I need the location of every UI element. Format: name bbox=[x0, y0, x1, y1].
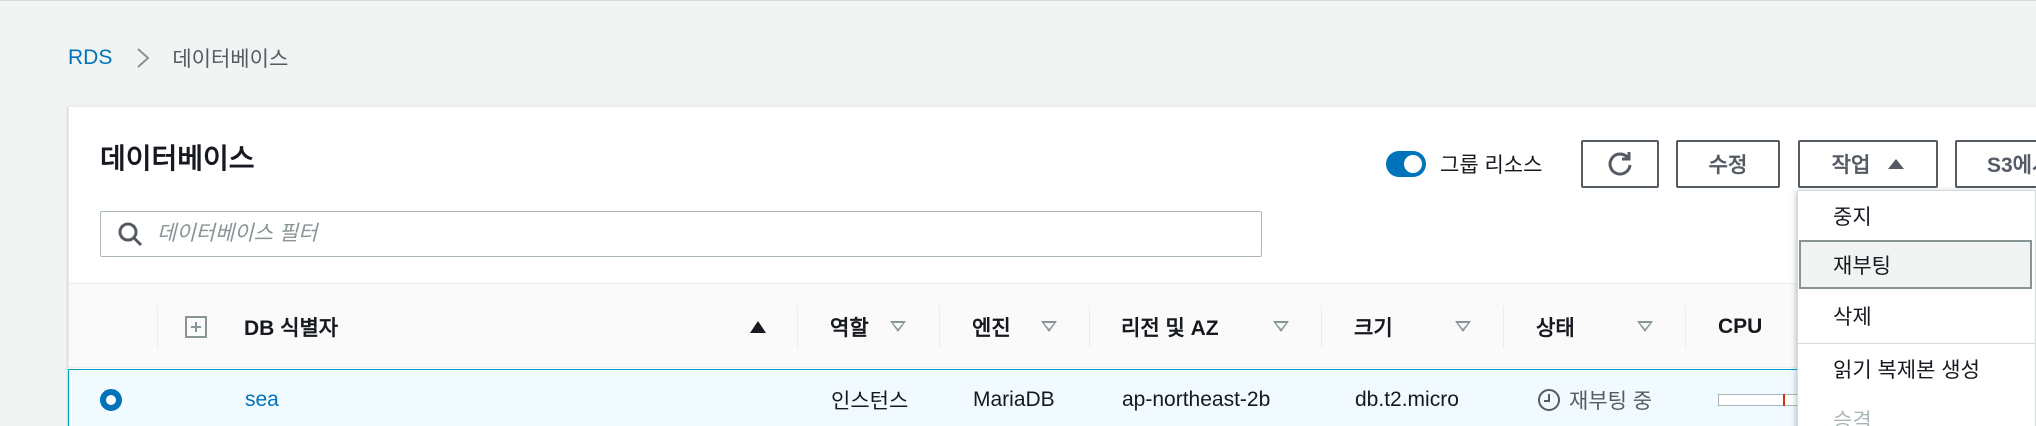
breadcrumb-current: 데이터베이스 bbox=[172, 48, 289, 71]
column-divider bbox=[1503, 306, 1504, 348]
toggle-knob bbox=[1404, 155, 1422, 173]
column-divider bbox=[1321, 306, 1322, 348]
expand-icon[interactable] bbox=[185, 315, 207, 338]
col-engine[interactable]: 엔진 bbox=[972, 284, 1011, 369]
refresh-icon bbox=[1608, 152, 1632, 176]
caret-up-icon bbox=[1888, 159, 1905, 169]
cell-region: ap-northeast-2b bbox=[1122, 388, 1271, 411]
menu-item-delete[interactable]: 삭제 bbox=[1798, 291, 2033, 340]
breadcrumb-rds-link[interactable]: RDS bbox=[68, 46, 112, 70]
sort-desc-icon[interactable] bbox=[1041, 284, 1057, 369]
column-divider bbox=[1685, 306, 1686, 348]
search-icon bbox=[118, 222, 143, 247]
refresh-button[interactable] bbox=[1581, 140, 1659, 188]
actions-button[interactable]: 작업 bbox=[1798, 140, 1938, 188]
clock-icon bbox=[1538, 389, 1560, 411]
db-identifier-link[interactable]: sea bbox=[245, 370, 279, 426]
actions-button-label: 작업 bbox=[1831, 154, 1871, 177]
col-db-identifier[interactable]: DB 식별자 bbox=[244, 284, 338, 369]
col-cpu[interactable]: CPU bbox=[1718, 284, 1762, 369]
menu-item-create-read-replica[interactable]: 읽기 복제본 생성 bbox=[1798, 344, 2033, 393]
sort-asc-icon[interactable] bbox=[750, 284, 766, 369]
col-role[interactable]: 역할 bbox=[830, 284, 869, 369]
menu-item-reboot[interactable]: 재부팅 bbox=[1799, 240, 2032, 289]
row-select-radio[interactable] bbox=[100, 370, 122, 426]
col-status[interactable]: 상태 bbox=[1536, 284, 1575, 369]
sort-desc-icon[interactable] bbox=[1637, 284, 1653, 369]
cell-size: db.t2.micro bbox=[1355, 388, 1459, 411]
table-row[interactable]: sea 인스턴스 MariaDB ap-northeast-2b db.t2.m… bbox=[68, 369, 2036, 426]
col-region-az[interactable]: 리전 및 AZ bbox=[1121, 284, 1219, 369]
toggle-switch[interactable] bbox=[1386, 151, 1426, 177]
menu-item-promote: 승격 bbox=[1833, 409, 1872, 426]
sort-desc-icon[interactable] bbox=[1273, 284, 1289, 369]
cell-status: 재부팅 중 bbox=[1537, 370, 1652, 426]
cell-role: 인스턴스 bbox=[831, 390, 909, 413]
sort-desc-icon[interactable] bbox=[890, 284, 906, 369]
chevron-right-icon bbox=[136, 47, 150, 69]
toggle-label: 그룹 리소스 bbox=[1440, 154, 1543, 177]
search-input[interactable] bbox=[157, 222, 1207, 246]
expand-all[interactable] bbox=[185, 284, 207, 369]
cpu-bar bbox=[1718, 394, 1808, 406]
breadcrumb: RDS 데이터베이스 bbox=[68, 43, 288, 73]
cell-cpu bbox=[1718, 370, 1808, 426]
menu-item-stop[interactable]: 중지 bbox=[1798, 191, 2033, 240]
radio-selected[interactable] bbox=[100, 389, 122, 411]
actions-menu: 중지 재부팅 삭제 읽기 복제본 생성 승격 bbox=[1797, 190, 2036, 426]
column-divider bbox=[939, 306, 940, 348]
modify-button[interactable]: 수정 bbox=[1676, 140, 1780, 188]
table-header: DB 식별자 역할 엔진 리전 및 AZ 크기 상태 CPU bbox=[69, 283, 2036, 368]
sort-desc-icon[interactable] bbox=[1455, 284, 1471, 369]
column-divider bbox=[797, 306, 798, 348]
column-divider bbox=[1089, 306, 1090, 348]
databases-panel: 데이터베이스 그룹 리소스 수정 작업 S3에서 복원 DB 식별자 역할 bbox=[68, 106, 2036, 426]
cpu-tick bbox=[1783, 394, 1785, 406]
status-text: 재부팅 중 bbox=[1569, 390, 1653, 413]
col-size[interactable]: 크기 bbox=[1354, 284, 1393, 369]
group-resources-toggle[interactable]: 그룹 리소스 bbox=[1386, 149, 1542, 179]
page-title: 데이터베이스 bbox=[100, 143, 255, 174]
cell-engine: MariaDB bbox=[973, 388, 1055, 411]
column-divider bbox=[157, 306, 158, 348]
database-filter[interactable] bbox=[100, 211, 1262, 257]
restore-from-s3-button[interactable]: S3에서 복원 bbox=[1955, 140, 2036, 188]
